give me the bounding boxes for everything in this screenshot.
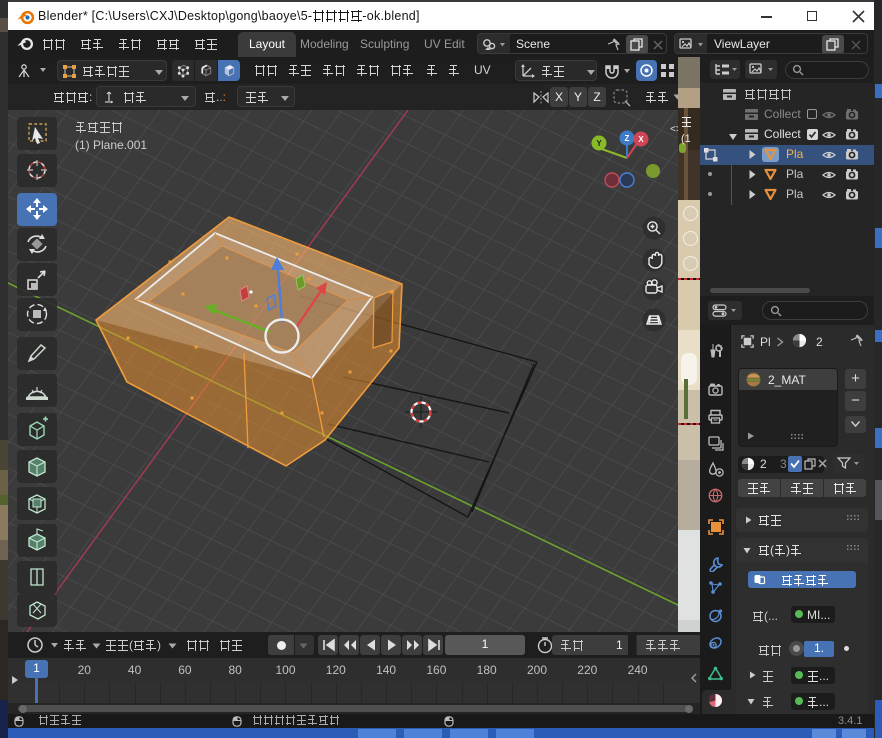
svg-text:X: X [638,135,644,144]
svg-text:Y: Y [596,139,602,148]
svg-text:Z: Z [625,134,630,143]
